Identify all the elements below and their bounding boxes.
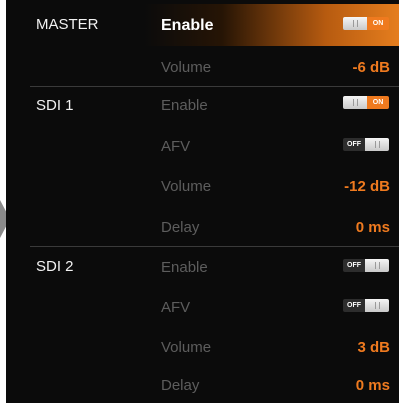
- master-volume-label[interactable]: Volume: [161, 59, 211, 76]
- sdi2-delay-value[interactable]: 0 ms: [356, 377, 390, 394]
- section-divider: [30, 246, 399, 247]
- toggle-state-text: ON: [367, 96, 389, 109]
- sdi2-enable-label[interactable]: Enable: [161, 259, 208, 276]
- toggle-thumb: [343, 17, 367, 30]
- section-label-sdi-1: SDI 1: [36, 97, 74, 114]
- sdi1-delay-label[interactable]: Delay: [161, 219, 199, 236]
- sdi1-volume-label[interactable]: Volume: [161, 178, 211, 195]
- section-label-master: MASTER: [36, 16, 99, 33]
- toggle-thumb: [365, 259, 389, 272]
- sdi2-afv-label[interactable]: AFV: [161, 299, 190, 316]
- sdi1-afv-label[interactable]: AFV: [161, 138, 190, 155]
- toggle-thumb: [365, 138, 389, 151]
- sdi1-afv-toggle[interactable]: OFF: [343, 138, 389, 151]
- toggle-thumb: [343, 96, 367, 109]
- master-volume-value[interactable]: -6 dB: [353, 59, 391, 76]
- toggle-thumb: [365, 299, 389, 312]
- toggle-state-text: OFF: [343, 138, 365, 151]
- sdi2-enable-toggle[interactable]: OFF: [343, 259, 389, 272]
- sdi2-delay-label[interactable]: Delay: [161, 377, 199, 394]
- sdi2-afv-toggle[interactable]: OFF: [343, 299, 389, 312]
- sdi1-volume-value[interactable]: -12 dB: [344, 178, 390, 195]
- section-label-sdi-2: SDI 2: [36, 258, 74, 275]
- sdi2-volume-label[interactable]: Volume: [161, 339, 211, 356]
- section-divider: [30, 86, 399, 87]
- toggle-state-text: ON: [367, 17, 389, 30]
- toggle-state-text: OFF: [343, 259, 365, 272]
- sdi1-enable-toggle[interactable]: ON: [343, 96, 389, 109]
- master-enable-toggle[interactable]: ON: [343, 17, 389, 30]
- master-enable-label[interactable]: Enable: [161, 17, 213, 35]
- toggle-state-text: OFF: [343, 299, 365, 312]
- sdi2-volume-value[interactable]: 3 dB: [357, 339, 390, 356]
- sdi1-enable-label[interactable]: Enable: [161, 97, 208, 114]
- sdi1-delay-value[interactable]: 0 ms: [356, 219, 390, 236]
- audio-settings-panel: MASTER Enable ON Volume -6 dB SDI 1 Enab…: [6, 0, 399, 403]
